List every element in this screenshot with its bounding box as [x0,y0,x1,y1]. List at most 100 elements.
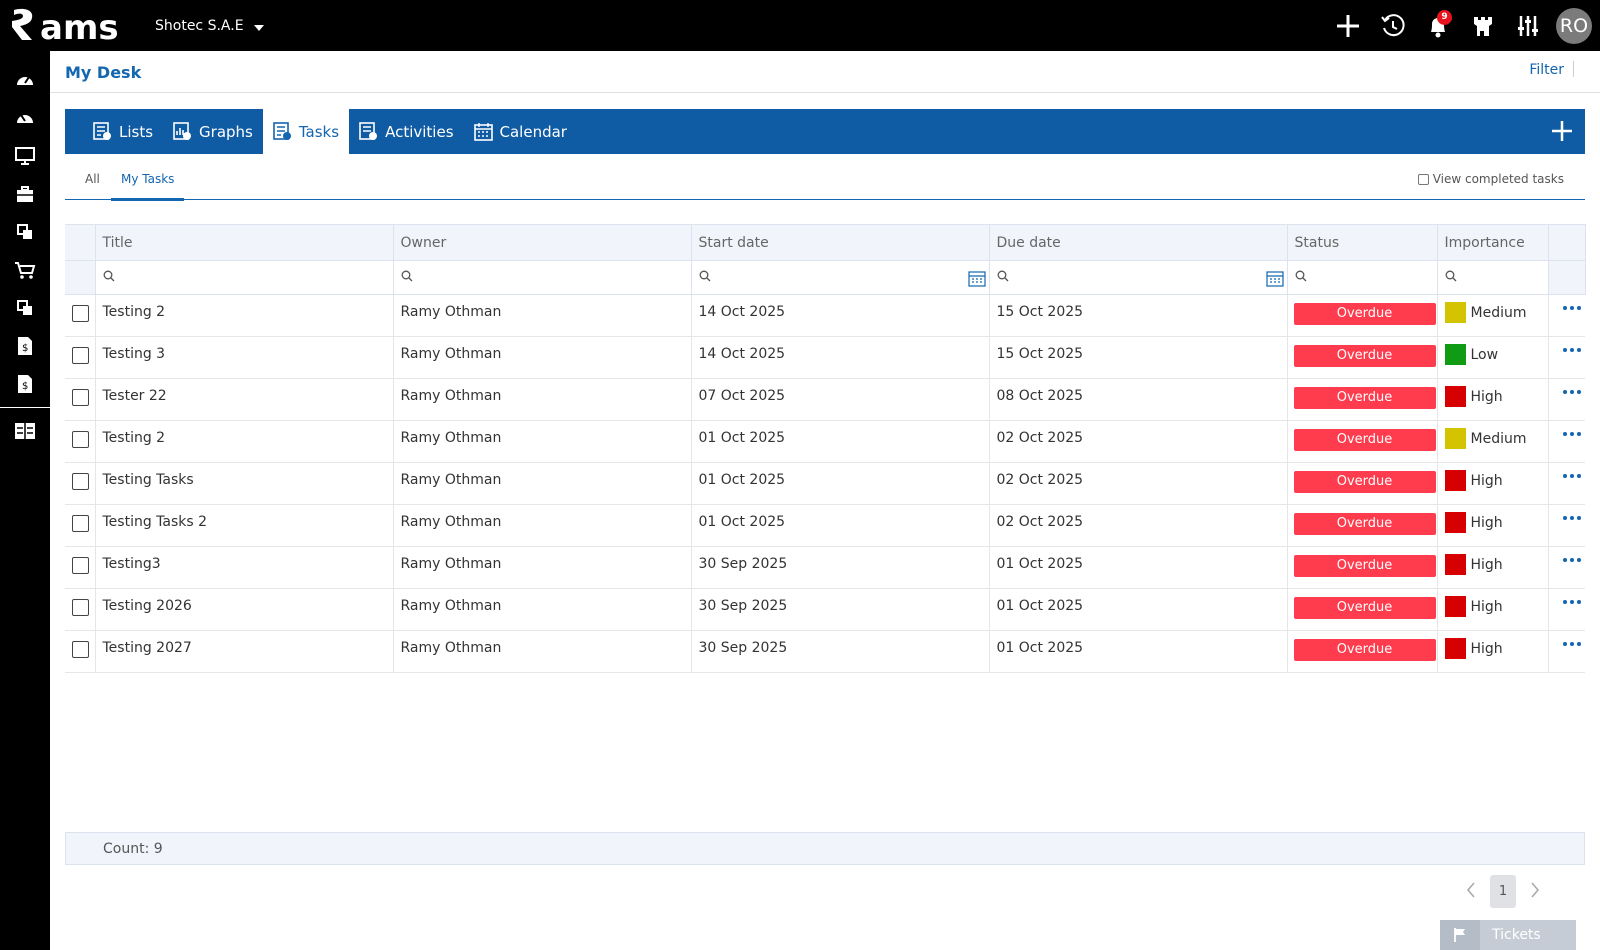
settings-sliders-icon[interactable] [1505,0,1550,51]
task-due-date-cell: 01 Oct 2025 [989,630,1288,673]
row-select-cell [65,462,96,505]
table-row[interactable]: Testing 2027 Ramy Othman 30 Sep 2025 01 Oct… [65,630,1586,673]
task-owner-cell: Ramy Othman [393,630,692,673]
add-tab-icon[interactable] [1551,120,1573,146]
app-logo[interactable]: ams [10,6,130,48]
history-icon[interactable] [1370,0,1415,51]
column-header-importance[interactable]: Importance [1437,224,1549,261]
task-title-cell[interactable]: Testing 3 [95,336,394,379]
invoice-icon[interactable]: $ [0,327,50,365]
row-checkbox[interactable] [72,305,89,322]
count-bar: Count: 9 [65,832,1585,865]
task-status-cell: Overdue [1287,546,1438,589]
desktop-icon[interactable] [0,137,50,175]
dashboard-icon[interactable] [0,61,50,99]
reports-icon[interactable] [0,412,50,450]
more-options-icon[interactable] [1556,472,1586,478]
calendar-icon[interactable] [1265,270,1284,291]
view-completed-toggle[interactable]: View completed tasks [1417,172,1564,186]
subtab-all[interactable]: All [85,172,100,186]
row-checkbox[interactable] [72,599,89,616]
chevron-right-icon[interactable] [1530,881,1540,903]
task-title-cell[interactable]: Testing 2027 [95,630,394,673]
cart-icon[interactable] [0,251,50,289]
modules-icon[interactable] [0,213,50,251]
column-header-owner[interactable]: Owner [393,224,692,261]
row-actions-cell [1548,336,1586,379]
task-title-cell[interactable]: Testing 2 [95,294,394,337]
task-title-cell[interactable]: Testing 2026 [95,588,394,631]
table-row[interactable]: Tester 22 Ramy Othman 07 Oct 2025 08 Oct 20… [65,378,1586,421]
row-select-cell [65,588,96,631]
row-checkbox[interactable] [72,557,89,574]
table-row[interactable]: Testing 2 Ramy Othman 01 Oct 2025 02 Oct 20… [65,420,1586,463]
inventory-icon[interactable] [0,289,50,327]
bell-icon[interactable]: 9 [1415,0,1460,51]
tab-label: Calendar [499,122,567,141]
task-start-date-cell: 14 Oct 2025 [691,294,990,337]
row-checkbox[interactable] [72,431,89,448]
task-importance-cell: High [1437,546,1549,589]
table-row[interactable]: Testing Tasks 2 Ramy Othman 01 Oct 2025 02 … [65,504,1586,547]
row-checkbox[interactable] [72,641,89,658]
table-row[interactable]: Testing Tasks Ramy Othman 01 Oct 2025 02 Oc… [65,462,1586,505]
calendar-icon[interactable] [967,270,986,291]
subtab-my-tasks[interactable]: My Tasks [121,172,174,186]
tab-lists[interactable]: Lists [83,109,163,154]
add-icon[interactable] [1325,0,1370,51]
more-options-icon[interactable] [1556,598,1586,604]
title-filter[interactable] [95,260,394,295]
view-completed-label: View completed tasks [1432,172,1564,186]
more-options-icon[interactable] [1556,346,1586,352]
tab-graphs[interactable]: Graphs [163,109,263,154]
task-title-cell[interactable]: Testing Tasks 2 [95,504,394,547]
task-due-date-cell: 02 Oct 2025 [989,462,1288,505]
company-selector[interactable]: Shotec S.A.E [155,18,264,34]
table-row[interactable]: Testing 2026 Ramy Othman 30 Sep 2025 01 Oct… [65,588,1586,631]
table-row[interactable]: Testing 3 Ramy Othman 14 Oct 2025 15 Oct 20… [65,336,1586,379]
task-status-cell: Overdue [1287,378,1438,421]
more-options-icon[interactable] [1556,640,1586,646]
table-row[interactable]: Testing3 Ramy Othman 30 Sep 2025 01 Oct 202… [65,546,1586,589]
column-header-due-date[interactable]: Due date [989,224,1288,261]
filter-link[interactable]: Filter [1529,62,1564,78]
view-completed-checkbox[interactable] [1417,173,1429,185]
dashboard-2-icon[interactable] [0,99,50,137]
task-status-cell: Overdue [1287,462,1438,505]
row-checkbox[interactable] [72,389,89,406]
task-title-cell[interactable]: Testing Tasks [95,462,394,505]
invoice-2-icon[interactable]: $ [0,365,50,403]
task-title-cell[interactable]: Testing3 [95,546,394,589]
more-options-icon[interactable] [1556,514,1586,520]
briefcase-icon[interactable] [0,175,50,213]
more-options-icon[interactable] [1556,304,1586,310]
table-row[interactable]: Testing 2 Ramy Othman 14 Oct 2025 15 Oct 20… [65,294,1586,337]
start-date-filter[interactable] [691,260,990,295]
due-date-filter[interactable] [989,260,1288,295]
task-title-cell[interactable]: Tester 22 [95,378,394,421]
row-checkbox[interactable] [72,473,89,490]
status-badge: Overdue [1293,597,1436,619]
avatar-initials: RO [1559,14,1589,37]
more-options-icon[interactable] [1556,388,1586,394]
tab-activities[interactable]: Activities [349,109,463,154]
tab-calendar[interactable]: Calendar [464,109,577,154]
page-button-current[interactable]: 1 [1490,875,1516,908]
search-icon [401,270,413,286]
column-header-title[interactable]: Title [95,224,394,261]
user-avatar[interactable]: RO [1556,7,1592,44]
chevron-left-icon[interactable] [1466,881,1476,903]
column-header-status[interactable]: Status [1287,224,1438,261]
more-options-icon[interactable] [1556,430,1586,436]
row-checkbox[interactable] [72,347,89,364]
column-header-start-date[interactable]: Start date [691,224,990,261]
importance-filter[interactable] [1437,260,1549,295]
tab-tasks[interactable]: Tasks [262,109,350,154]
more-options-icon[interactable] [1556,556,1586,562]
tickets-button[interactable]: Tickets [1440,920,1576,950]
row-checkbox[interactable] [72,515,89,532]
owner-filter[interactable] [393,260,692,295]
status-filter[interactable] [1287,260,1438,295]
task-title-cell[interactable]: Testing 2 [95,420,394,463]
castle-icon[interactable] [1460,0,1505,51]
